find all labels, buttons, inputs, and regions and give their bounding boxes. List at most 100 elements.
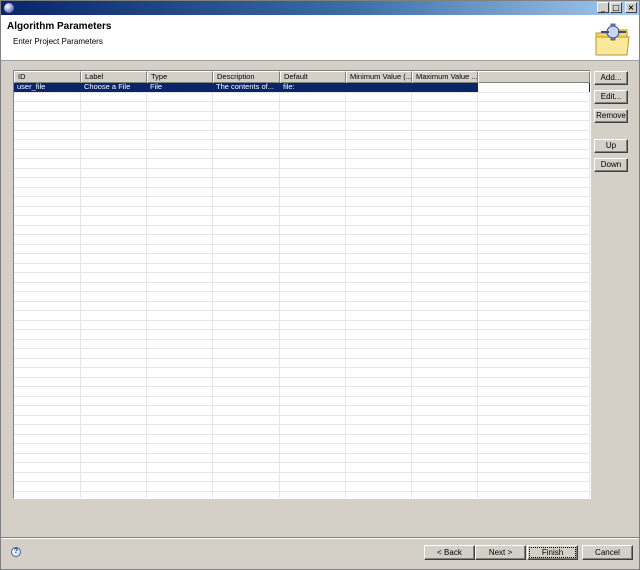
empty-cell [147, 453, 213, 462]
maximize-button[interactable]: □ [610, 2, 622, 13]
column-header-label[interactable]: Label [81, 71, 147, 83]
empty-cell [14, 282, 81, 291]
empty-cell [346, 92, 412, 101]
empty-cell [478, 92, 590, 101]
empty-cell [213, 149, 280, 158]
cell-minimum-value [346, 83, 412, 92]
empty-cell [147, 178, 213, 187]
empty-cell [14, 406, 81, 415]
empty-cell [478, 387, 590, 396]
empty-table-row [14, 387, 590, 397]
empty-cell [81, 254, 147, 263]
up-button[interactable]: Up [594, 139, 628, 153]
empty-table-row [14, 159, 590, 169]
remove-button[interactable]: Remove [594, 109, 628, 123]
empty-cell [478, 140, 590, 149]
close-button[interactable]: × [625, 2, 637, 13]
empty-table-row [14, 187, 590, 197]
empty-cell [147, 482, 213, 491]
empty-cell [346, 406, 412, 415]
column-header-default[interactable]: Default [280, 71, 346, 83]
empty-cell [412, 235, 478, 244]
down-button[interactable]: Down [594, 158, 628, 172]
empty-table-row [14, 406, 590, 416]
empty-cell [81, 349, 147, 358]
empty-cell [346, 263, 412, 272]
empty-cell [280, 330, 346, 339]
eclipse-app-icon[interactable] [4, 3, 14, 13]
empty-cell [346, 206, 412, 215]
minimize-button[interactable]: _ [597, 2, 609, 13]
empty-table-row [14, 263, 590, 273]
empty-cell [412, 187, 478, 196]
help-icon[interactable]: ? [11, 547, 21, 557]
edit-button[interactable]: Edit... [594, 90, 628, 104]
empty-cell [147, 463, 213, 472]
column-header-description[interactable]: Description [213, 71, 280, 83]
empty-cell [147, 140, 213, 149]
empty-cell [346, 225, 412, 234]
empty-cell [412, 178, 478, 187]
empty-cell [81, 415, 147, 424]
empty-cell [147, 472, 213, 481]
empty-cell [280, 130, 346, 139]
empty-cell [147, 358, 213, 367]
empty-cell [147, 197, 213, 206]
empty-cell [213, 130, 280, 139]
empty-cell [280, 235, 346, 244]
cancel-button[interactable]: Cancel [582, 545, 633, 560]
empty-cell [147, 377, 213, 386]
empty-cell [147, 434, 213, 443]
empty-cell [81, 140, 147, 149]
empty-cell [14, 463, 81, 472]
empty-cell [412, 425, 478, 434]
empty-cell [412, 292, 478, 301]
column-header-minimum-value[interactable]: Minimum Value (... [346, 71, 412, 83]
empty-cell [14, 444, 81, 453]
empty-cell [478, 406, 590, 415]
parameters-table[interactable]: ID Label Type Description Default Minimu… [13, 70, 591, 499]
empty-table-row [14, 102, 590, 112]
empty-table-row [14, 121, 590, 131]
empty-cell [280, 178, 346, 187]
empty-cell [412, 301, 478, 310]
empty-cell [280, 206, 346, 215]
empty-cell [478, 197, 590, 206]
empty-cell [346, 121, 412, 130]
table-row[interactable]: user_file Choose a File File The content… [14, 83, 590, 93]
cell-default: file: [280, 83, 346, 92]
column-header-id[interactable]: ID [14, 71, 81, 83]
title-bar[interactable]: _ □ × [1, 1, 639, 15]
empty-cell [478, 453, 590, 462]
empty-cell [81, 330, 147, 339]
empty-cell [81, 121, 147, 130]
finish-button[interactable]: Finish [527, 545, 578, 560]
empty-cell [346, 396, 412, 405]
empty-cell [412, 320, 478, 329]
empty-cell [412, 444, 478, 453]
empty-table-row [14, 178, 590, 188]
empty-table-row [14, 292, 590, 302]
empty-cell [213, 187, 280, 196]
add-button[interactable]: Add... [594, 71, 628, 85]
column-header-maximum-value[interactable]: Maximum Value ... [412, 71, 478, 83]
empty-cell [14, 377, 81, 386]
cell-maximum-value [412, 83, 478, 92]
empty-cell [346, 320, 412, 329]
column-header-type[interactable]: Type [147, 71, 213, 83]
empty-cell [478, 301, 590, 310]
empty-cell [147, 320, 213, 329]
back-button[interactable]: < Back [424, 545, 475, 560]
empty-cell [280, 197, 346, 206]
empty-cell [81, 406, 147, 415]
next-button[interactable]: Next > [475, 545, 526, 560]
page-subtitle: Enter Project Parameters [13, 37, 103, 46]
empty-cell [280, 444, 346, 453]
cell-filler [478, 83, 590, 92]
empty-cell [147, 254, 213, 263]
empty-cell [478, 377, 590, 386]
empty-cell [81, 491, 147, 498]
empty-cell [280, 396, 346, 405]
empty-cell [346, 273, 412, 282]
empty-cell [478, 159, 590, 168]
